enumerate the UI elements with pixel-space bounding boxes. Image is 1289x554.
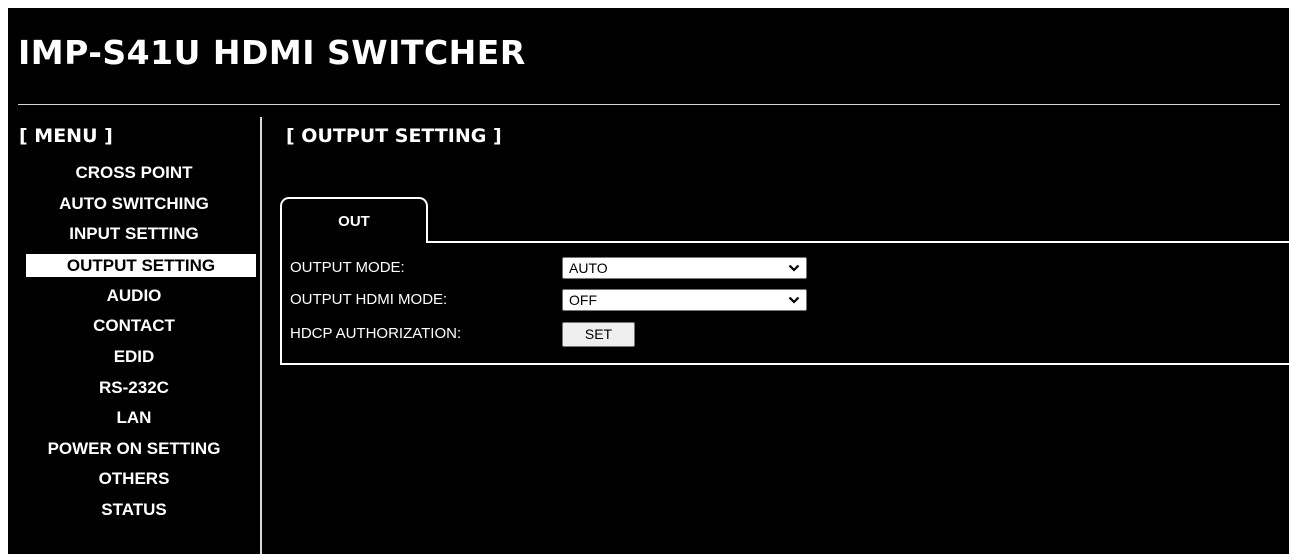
sidebar-item-audio[interactable]: AUDIO xyxy=(8,281,260,312)
header-divider xyxy=(18,104,1280,105)
sidebar-item-contact[interactable]: CONTACT xyxy=(8,311,260,342)
output-mode-label: OUTPUT MODE: xyxy=(290,259,405,276)
hdcp-set-button[interactable]: SET xyxy=(562,322,635,347)
sidebar-item-status[interactable]: STATUS xyxy=(8,495,260,526)
output-hdmi-mode-label: OUTPUT HDMI MODE: xyxy=(290,291,448,308)
menu-list: CROSS POINT AUTO SWITCHING INPUT SETTING… xyxy=(8,158,260,526)
hdcp-authorization-label: HDCP AUTHORIZATION: xyxy=(290,325,462,342)
output-hdmi-mode-row: OUTPUT HDMI MODE: OFF xyxy=(290,289,1280,311)
app-title: IMP-S41U HDMI SWITCHER xyxy=(18,33,526,72)
sidebar-item-input-setting[interactable]: INPUT SETTING xyxy=(8,219,260,250)
hdcp-authorization-row: HDCP AUTHORIZATION: SET xyxy=(290,322,1280,347)
output-mode-row: OUTPUT MODE: AUTO xyxy=(290,257,1280,279)
sidebar-item-edid[interactable]: EDID xyxy=(8,342,260,373)
sidebar-item-rs-232c[interactable]: RS-232C xyxy=(8,373,260,404)
app-frame: IMP-S41U HDMI SWITCHER [ MENU ] CROSS PO… xyxy=(8,8,1289,554)
sidebar-menu: [ MENU ] CROSS POINT AUTO SWITCHING INPU… xyxy=(8,113,260,554)
chevron-down-icon xyxy=(788,296,800,304)
tab-out[interactable]: OUT xyxy=(280,197,428,243)
page-title: [ OUTPUT SETTING ] xyxy=(286,125,502,147)
sidebar-item-output-setting[interactable]: OUTPUT SETTING xyxy=(26,253,256,277)
sidebar-item-auto-switching[interactable]: AUTO SWITCHING xyxy=(8,189,260,220)
chevron-down-icon xyxy=(788,264,800,272)
sidebar-item-cross-point[interactable]: CROSS POINT xyxy=(8,158,260,189)
menu-title: [ MENU ] xyxy=(19,125,113,147)
output-mode-select[interactable]: AUTO xyxy=(562,257,807,279)
sidebar-divider xyxy=(260,117,262,554)
output-hdmi-mode-value: OFF xyxy=(569,292,597,308)
sidebar-item-power-on-setting[interactable]: POWER ON SETTING xyxy=(8,434,260,465)
output-hdmi-mode-select[interactable]: OFF xyxy=(562,289,807,311)
output-settings-panel: OUTPUT MODE: AUTO OUTPUT HDMI MODE: OFF xyxy=(280,241,1289,365)
output-mode-value: AUTO xyxy=(569,260,608,276)
main-content: [ OUTPUT SETTING ] OUT OUTPUT MODE: AUTO… xyxy=(280,113,1289,554)
sidebar-item-others[interactable]: OTHERS xyxy=(8,464,260,495)
sidebar-item-lan[interactable]: LAN xyxy=(8,403,260,434)
